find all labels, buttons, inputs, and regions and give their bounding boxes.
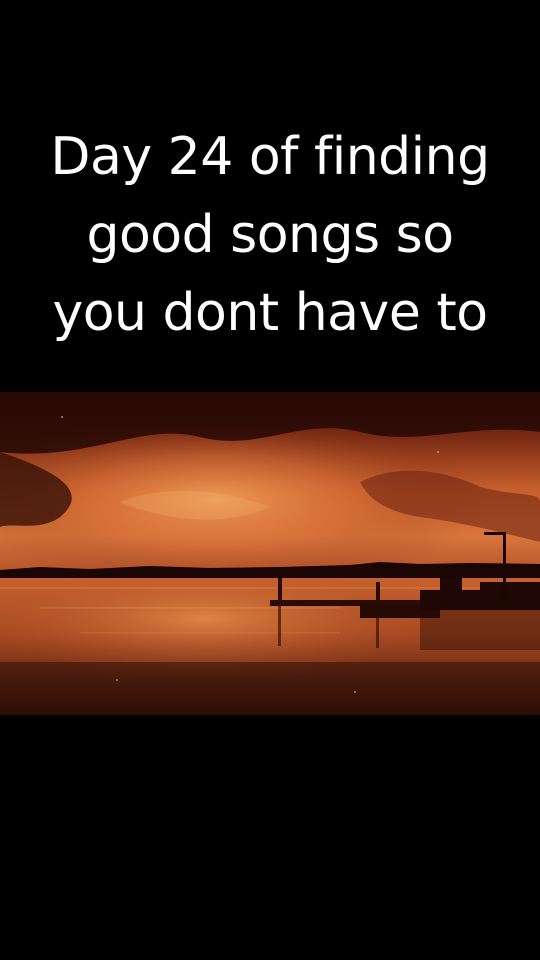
video-frame: Day 24 of finding good songs so you dont… (0, 0, 540, 960)
caption-text: Day 24 of finding good songs so you dont… (0, 118, 540, 352)
caption-line-2: good songs so (86, 205, 454, 265)
caption-line-1: Day 24 of finding (50, 127, 490, 187)
sunset-lake-image (0, 392, 540, 715)
caption-line-3: you dont have to (52, 283, 488, 343)
dock (270, 600, 420, 606)
lamp-post (503, 534, 506, 604)
